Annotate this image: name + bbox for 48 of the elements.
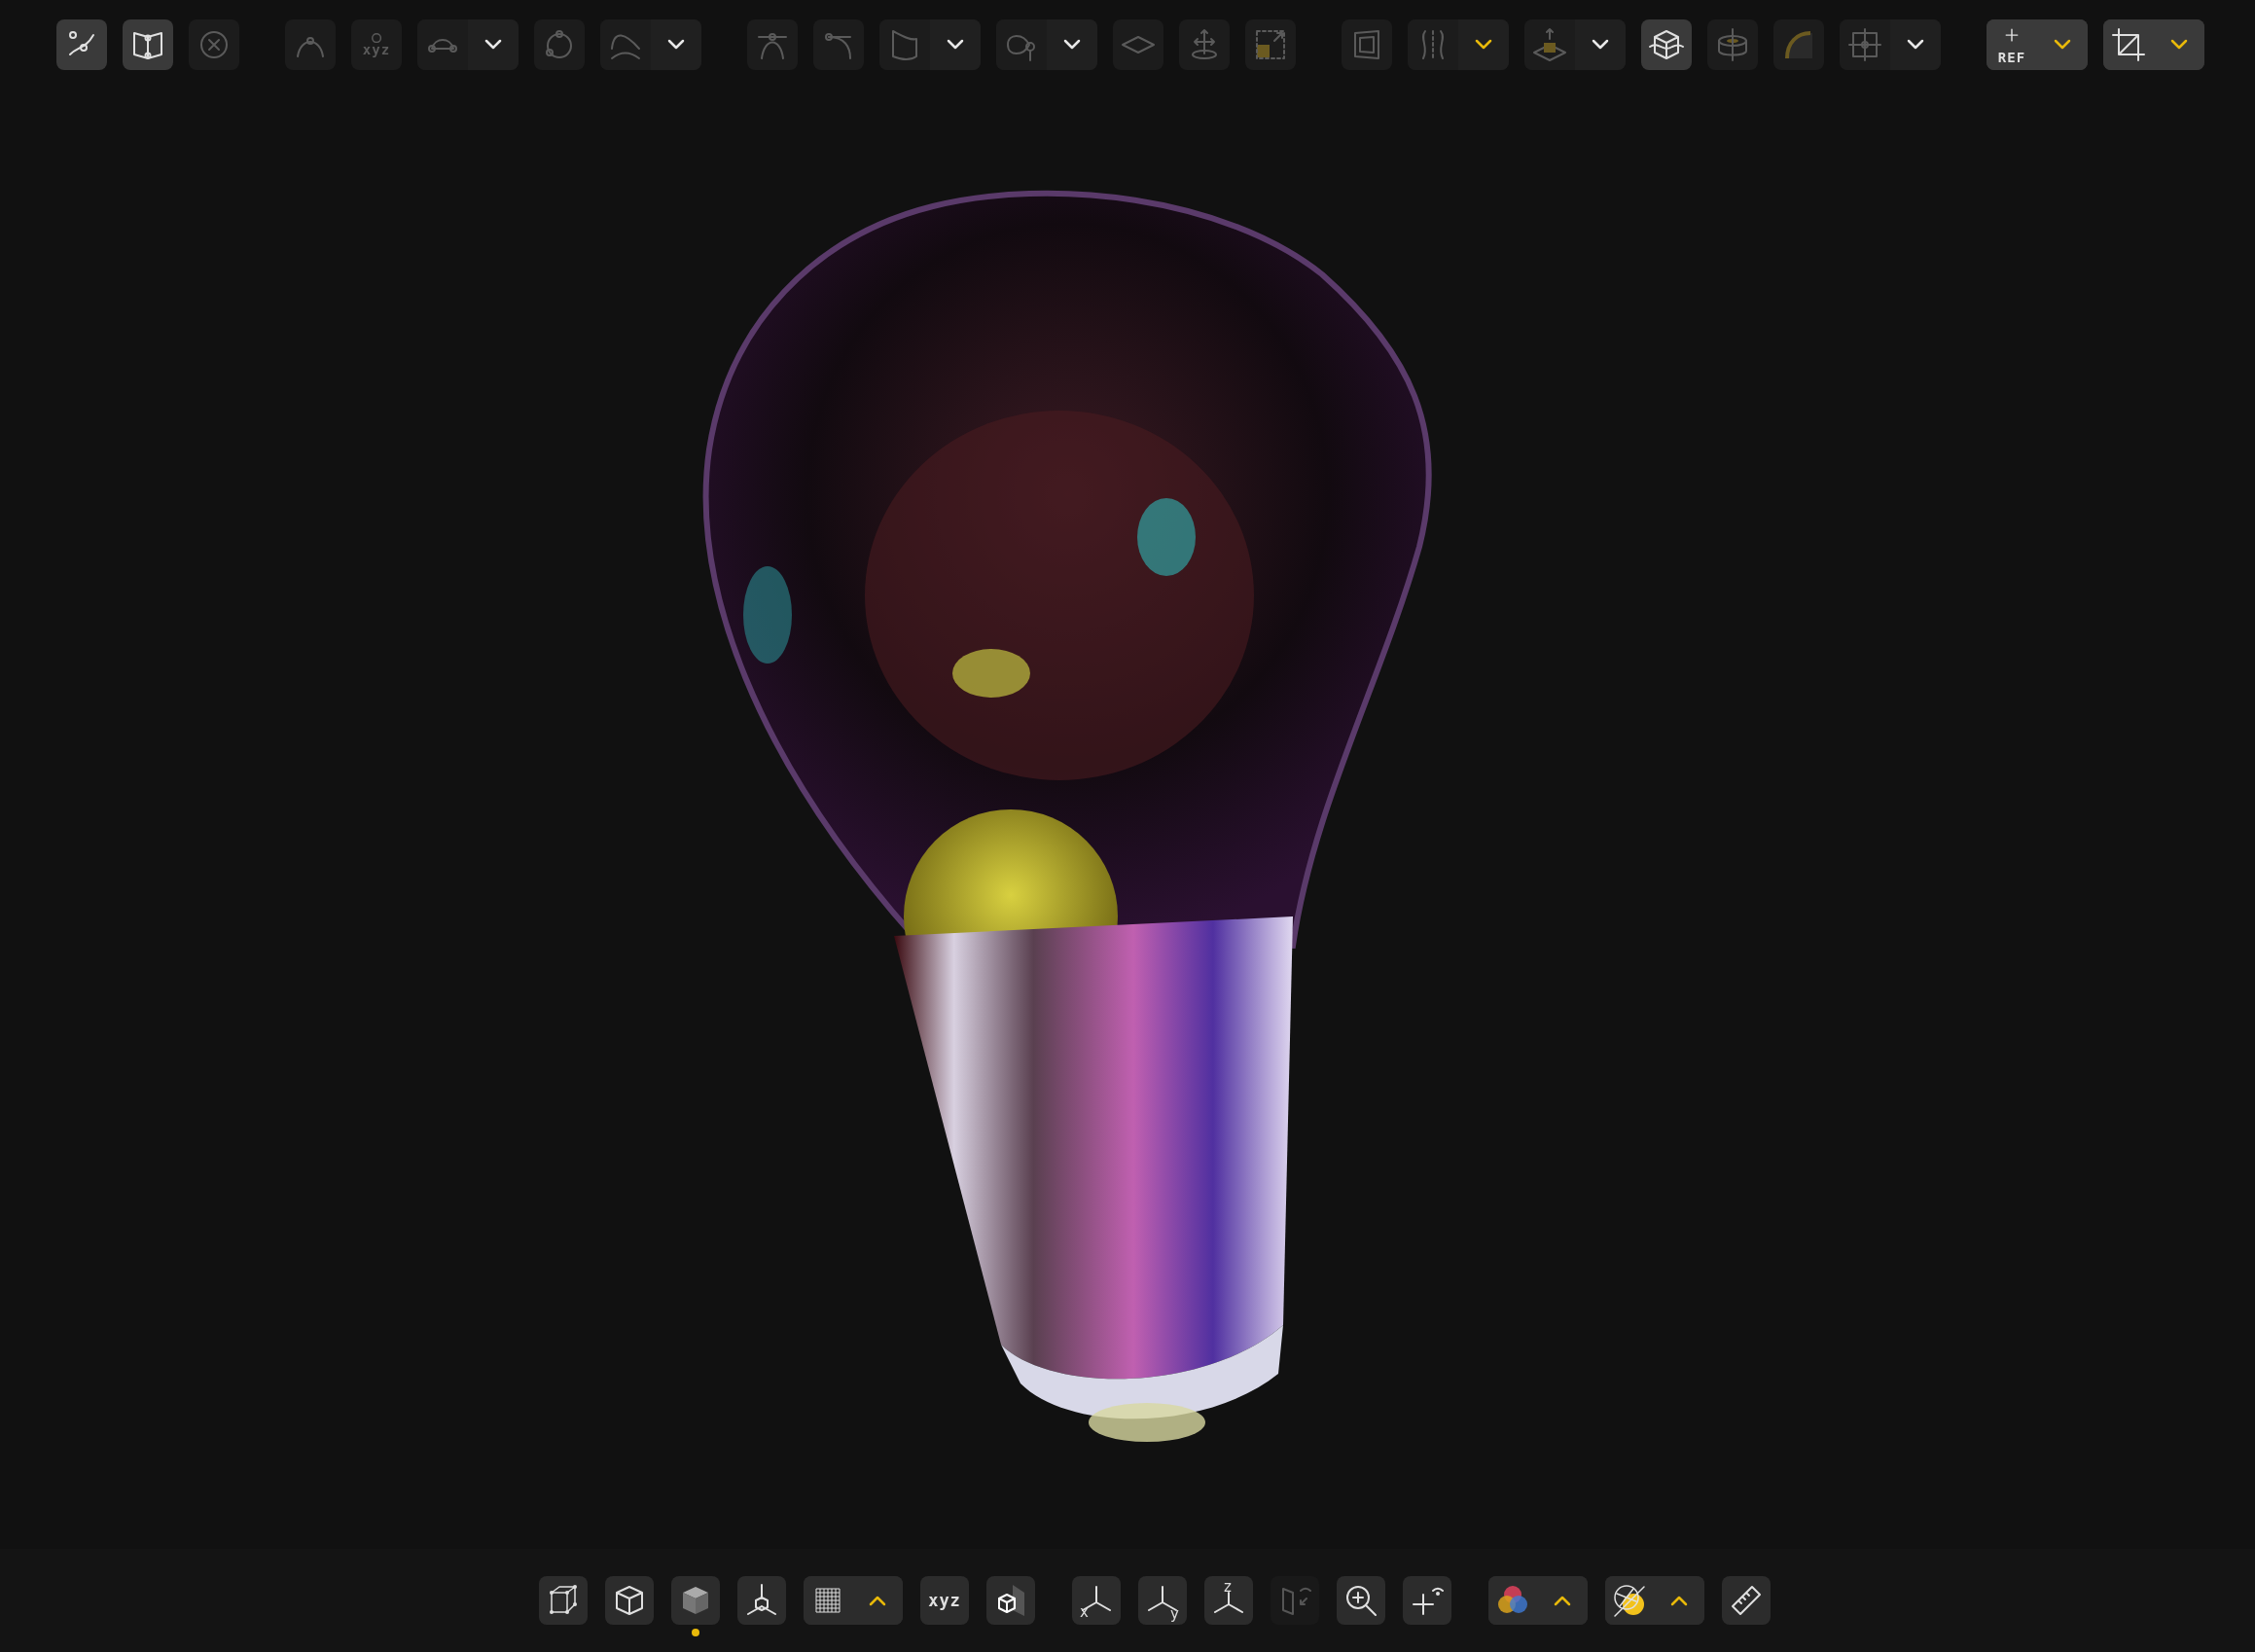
chevron-icon (1906, 39, 1925, 51)
cube-wave-icon (1649, 27, 1684, 62)
zoom-in-icon (1343, 1583, 1378, 1618)
sphere-slash-icon (1612, 1583, 1647, 1618)
chevron-icon (946, 39, 965, 51)
point-icon (371, 32, 382, 44)
view-button[interactable] (986, 1576, 1035, 1625)
view-button[interactable] (737, 1576, 786, 1625)
extrude-box-icon (1532, 27, 1567, 62)
axis-label: x (1080, 1603, 1089, 1621)
chevron-icon (868, 1595, 887, 1606)
chevron-icon (1062, 39, 1082, 51)
crop-icon (2111, 27, 2146, 62)
grid-nodes-icon (1847, 27, 1882, 62)
axis-view-button[interactable]: x (1072, 1576, 1121, 1625)
axis-label: z (1224, 1578, 1232, 1596)
scale-icon (1253, 27, 1288, 62)
axis-label: y (1170, 1605, 1179, 1623)
tool-button[interactable] (123, 19, 173, 70)
axis-view-button[interactable]: y (1138, 1576, 1187, 1625)
view-button[interactable] (605, 1576, 654, 1625)
tool-button[interactable] (56, 19, 107, 70)
chevron-icon (666, 39, 686, 51)
chevron-icon (483, 39, 503, 51)
dropdown-button[interactable] (1575, 19, 1626, 70)
view-button[interactable] (539, 1576, 588, 1625)
ruler-icon (1729, 1583, 1764, 1618)
cylinder-icon (1715, 27, 1750, 62)
coordinates-button[interactable]: xyz (920, 1576, 969, 1625)
dropdown-button[interactable] (1047, 19, 1097, 70)
chevron-icon (2053, 39, 2072, 51)
view-button[interactable] (1403, 1576, 1451, 1625)
axis-cube-icon (744, 1583, 779, 1618)
dropdown-button[interactable] (1890, 19, 1941, 70)
dropdown-button[interactable] (930, 19, 981, 70)
view-button[interactable] (1722, 1576, 1771, 1625)
chevron-icon (1474, 39, 1493, 51)
axis-view-button[interactable]: z (1204, 1576, 1253, 1625)
chevron-icon (1669, 1595, 1689, 1606)
chevron-icon (2169, 39, 2189, 51)
curve-nodes-icon (428, 37, 457, 53)
chevron-icon (1591, 39, 1610, 51)
chevron-icon (1553, 1595, 1572, 1606)
view-button[interactable] (1337, 1576, 1385, 1625)
dropdown-button[interactable] (1458, 19, 1509, 70)
dropdown-button[interactable] (468, 19, 519, 70)
dropdown-button[interactable] (651, 19, 701, 70)
tool-button[interactable] (1641, 19, 1692, 70)
